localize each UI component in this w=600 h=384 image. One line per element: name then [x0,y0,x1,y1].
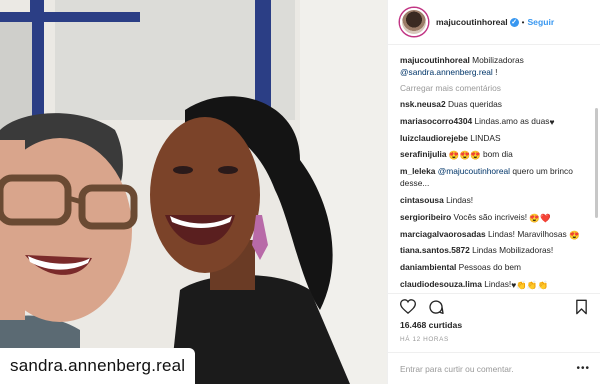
comment-username[interactable]: luizclaudiorejebe [400,133,468,143]
bookmark-icon[interactable] [575,299,588,320]
caption-tail: ! [495,66,498,77]
comment-username[interactable]: claudiodesouza.lima [400,279,482,289]
comment-username[interactable]: m_leleka [400,166,435,176]
comment-emoji: ♥ [549,116,555,127]
comment-emoji: 😍❤️ [529,212,551,223]
post-username[interactable]: majucoutinhoreal ✓ [436,17,519,28]
comment-icon[interactable] [428,299,444,320]
selfie-illustration [0,0,387,384]
heart-icon[interactable] [399,299,417,319]
list-item: cintasousa Lindas! [400,195,590,207]
comment-username[interactable]: serafinijulia [400,149,447,159]
follow-button[interactable]: Seguir [527,17,554,27]
comment-text: Pessoas do bem [458,262,522,273]
comment-username[interactable]: daniambiental [400,262,456,272]
avatar[interactable] [400,8,428,36]
photo-watermark: sandra.annenberg.real [0,348,196,384]
list-item: m_leleka @majucoutinhoreal quero um brin… [400,166,590,189]
list-item: nsk.neusa2 Duas queridas [400,99,590,111]
comment-text: bom dia [482,149,513,160]
comment-text: Vocês são incriveis! [453,211,528,222]
comment-text: Duas queridas [447,98,502,109]
login-to-comment-text[interactable]: Entrar para curtir ou comentar. [400,364,576,374]
comment-text: Lindas! [484,279,512,290]
list-item: mariasocorro4304 Lindas.amo as duas♥ [400,116,590,128]
comment-text: Lindas! Maravilhosas [488,228,567,239]
post-timestamp: HÁ 12 HORAS [400,336,449,343]
list-item: luizclaudiorejebe LINDAS [400,133,590,145]
list-item: sergioribeiro Vocês são incriveis! 😍❤️ [400,212,590,224]
more-options-icon[interactable]: ••• [576,363,590,374]
comment-emoji: 😍 [569,229,580,240]
comment-username[interactable]: tiana.santos.5872 [400,245,470,255]
comment-emoji: ♥👏👏👏 [511,280,549,291]
verified-icon: ✓ [509,18,519,28]
post-sidebar: majucoutinhoreal ✓ • Seguir majucoutinhor… [387,0,600,384]
list-item: daniambiental Pessoas do bem [400,262,590,274]
comment-username[interactable]: cintasousa [400,195,444,205]
comment-text: Lindas! [446,194,474,205]
post-photo[interactable]: sandra.annenberg.real [0,0,387,384]
likes-count[interactable]: 16.468 curtidas [400,320,462,330]
load-more-comments[interactable]: Carregar mais comentários [400,83,590,93]
separator-dot: • [521,17,525,27]
comment-mention[interactable]: @majucoutinhoreal [438,166,510,176]
comments-list: majucoutinhoreal Mobilizadoras @sandra.a… [388,48,600,292]
caption: majucoutinhoreal Mobilizadoras @sandra.a… [400,55,590,78]
list-item: marciagalvaorosadas Lindas! Maravilhosas… [400,229,590,241]
comment-box: Entrar para curtir ou comentar. ••• [388,352,600,384]
comment-username[interactable]: sergioribeiro [400,212,451,222]
caption-mention[interactable]: @sandra.annenberg.real [400,67,493,77]
comment-text: Lindas Mobilizadoras! [472,245,554,256]
caption-text: Mobilizadoras [472,55,524,65]
comments-scrollbar[interactable] [595,108,598,218]
caption-username[interactable]: majucoutinhoreal [400,55,470,65]
comment-username[interactable]: mariasocorro4304 [400,116,472,126]
list-item: tiana.santos.5872 Lindas Mobilizadoras! [400,245,590,257]
comment-text: Lindas.amo as duas [474,115,550,126]
comment-emoji: 😍😍😍 [448,150,481,161]
post-header: majucoutinhoreal ✓ • Seguir [388,0,600,45]
action-bar [388,293,600,319]
comment-text: LINDAS [470,132,501,143]
list-item: claudiodesouza.lima Lindas!♥👏👏👏 [400,279,590,291]
list-item: serafinijulia 😍😍😍 bom dia [400,149,590,161]
comment-username[interactable]: nsk.neusa2 [400,99,446,109]
comment-username[interactable]: marciagalvaorosadas [400,229,486,239]
